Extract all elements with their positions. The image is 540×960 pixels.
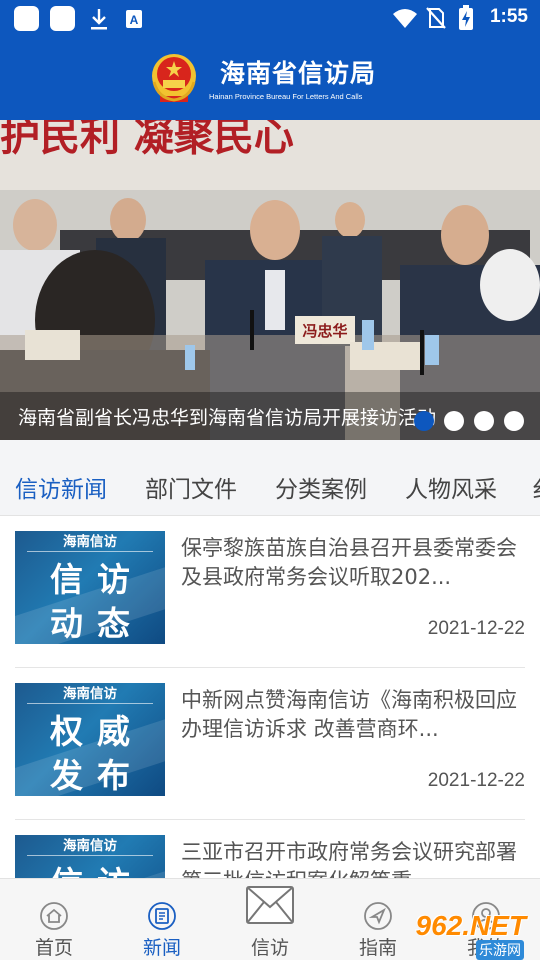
news-item[interactable]: 海南信访 权威 发布 中新网点赞海南信访《海南积极回应办理信访诉求 改善营商环.… [15, 668, 525, 820]
news-date: 2021-12-22 [427, 618, 525, 639]
download-icon [91, 9, 107, 30]
news-thumbnail: 海南信访 信访 动态 [15, 531, 165, 644]
thumbnail-line-2: 动态 [50, 604, 144, 643]
nav-petition[interactable]: 信访 [216, 879, 324, 960]
news-title: 保亭黎族苗族自治县召开县委常委会及县政府常务会议听取202... [181, 536, 517, 589]
app-header: A 1:55 海南省信访局 Hainan Province Bureau For… [0, 0, 540, 120]
text-icon: A [126, 10, 142, 28]
nav-news-label: 新闻 [142, 937, 181, 959]
wifi-icon [393, 9, 417, 28]
watermark-logo: 962.NET 乐游网 [406, 910, 534, 960]
page-subtitle: Hainan Province Bureau For Letters And C… [209, 92, 363, 101]
tab-department-files[interactable]: 部门文件 [145, 470, 237, 504]
thumbnail-line-2: 发布 [50, 756, 144, 795]
thumbnail-line-1: 权威 [50, 712, 144, 751]
thumbnail-line-1: 信访 [50, 560, 144, 599]
news-title: 中新网点赞海南信访《海南积极回应办理信访诉求 改善营商环... [181, 688, 517, 741]
home-icon [40, 902, 68, 930]
tab-news[interactable]: 信访新闻 [15, 470, 107, 504]
thumbnail-line-1: 信访 [15, 857, 165, 878]
watermark-subtext: 乐游网 [476, 940, 524, 960]
clock: 1:55 [489, 6, 528, 27]
national-emblem-icon [152, 54, 196, 102]
category-tabs: 信访新闻 部门文件 分类案例 人物风采 纟 [0, 440, 540, 516]
thumbnail-header: 海南信访 [15, 835, 165, 857]
nav-home-label: 首页 [34, 937, 73, 959]
battery-charging-icon [459, 5, 473, 30]
tab-profiles[interactable]: 人物风采 [405, 470, 497, 504]
banner-caption: 海南省副省长冯忠华到海南省信访局开展接访活动 [18, 407, 437, 429]
watermark-text: 962.NET [415, 910, 527, 941]
nav-news[interactable]: 新闻 [108, 879, 216, 960]
tab-more[interactable]: 纟 [532, 470, 540, 504]
compass-icon [364, 902, 392, 930]
news-item[interactable]: 海南信访 信访 三亚市召开市政府常务会议研究部署第三批信访积案化解等重... [15, 820, 525, 878]
svg-text:A: A [130, 13, 139, 27]
app-icon [50, 6, 75, 31]
envelope-icon [246, 886, 294, 924]
no-sim-icon [426, 7, 446, 29]
news-thumbnail: 海南信访 权威 发布 [15, 683, 165, 796]
news-thumbnail: 海南信访 信访 [15, 835, 165, 878]
carousel-dot[interactable] [504, 411, 524, 431]
news-date: 2021-12-22 [427, 770, 525, 791]
page-title: 海南省信访局 [220, 59, 377, 88]
nav-petition-label: 信访 [250, 937, 289, 959]
status-bar: A 1:55 [0, 0, 540, 38]
carousel-dot-active[interactable] [414, 411, 434, 431]
nav-home[interactable]: 首页 [0, 879, 108, 960]
news-item[interactable]: 海南信访 信访 动态 保亭黎族苗族自治县召开县委常委会及县政府常务会议听取202… [15, 516, 525, 668]
news-icon [148, 902, 176, 930]
carousel-dot[interactable] [444, 411, 464, 431]
tab-case-studies[interactable]: 分类案例 [275, 470, 367, 504]
thumbnail-header: 海南信访 [15, 531, 165, 553]
thumbnail-header: 海南信访 [15, 683, 165, 705]
news-title: 三亚市召开市政府常务会议研究部署第三批信访积案化解等重... [181, 840, 517, 878]
app-icon [14, 6, 39, 31]
news-list: 海南信访 信访 动态 保亭黎族苗族自治县召开县委常委会及县政府常务会议听取202… [0, 516, 540, 878]
carousel-dot[interactable] [474, 411, 494, 431]
nameplate-text: 冯忠华 [302, 322, 347, 340]
backdrop-text: 护民利 凝聚民心 [0, 120, 294, 160]
